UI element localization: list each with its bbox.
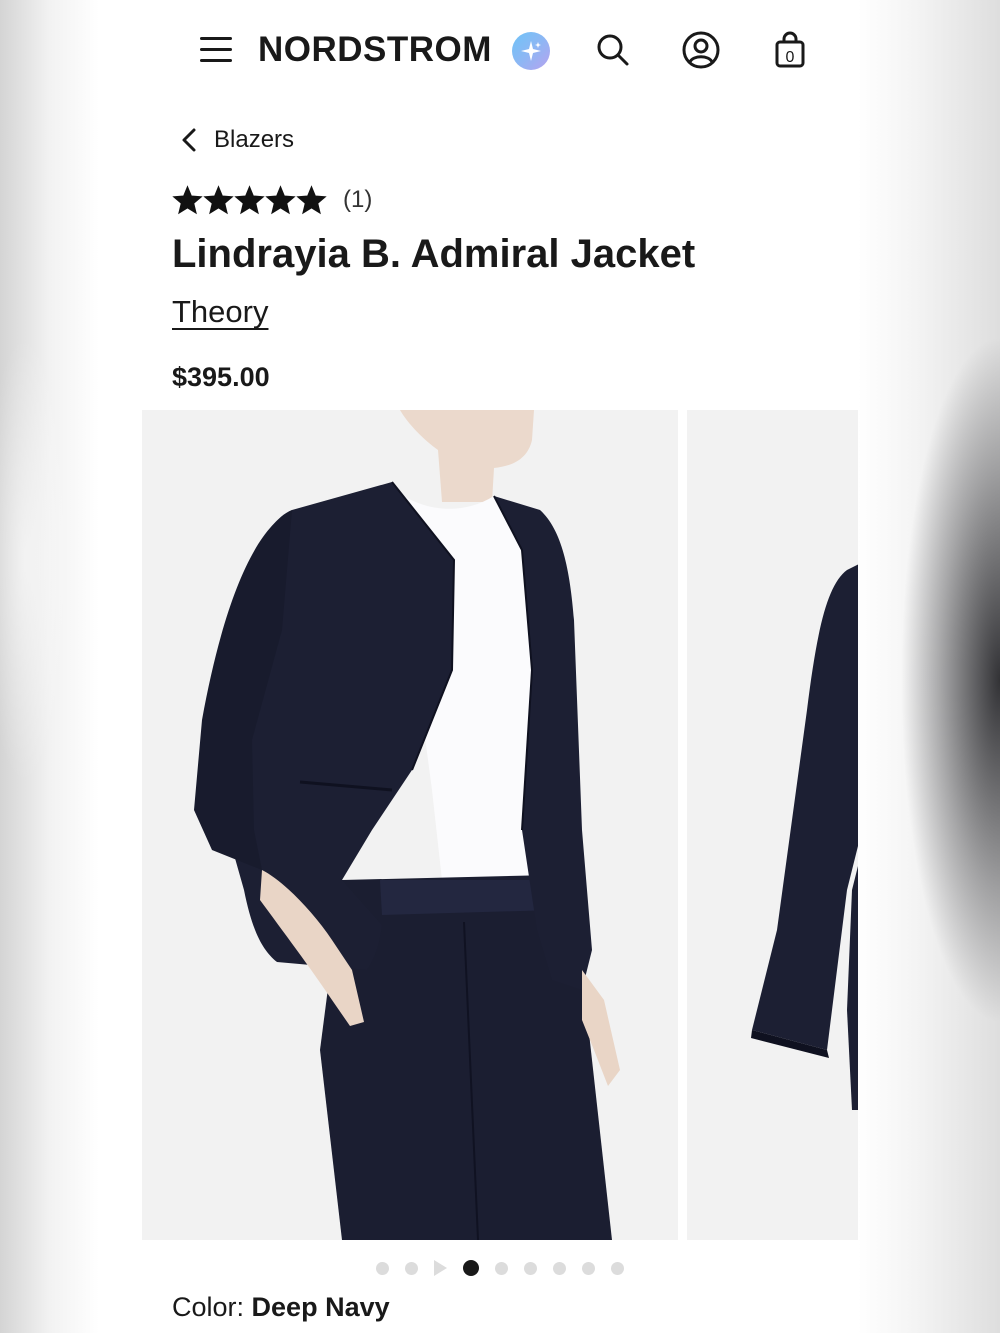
- ai-sparkle-icon[interactable]: [512, 32, 550, 70]
- product-photo-next[interactable]: [687, 410, 858, 1240]
- breadcrumb-label: Blazers: [214, 126, 295, 153]
- menu-button[interactable]: [196, 30, 236, 70]
- bag-count: 0: [786, 49, 795, 66]
- chevron-left-icon: [182, 128, 196, 152]
- product-rating[interactable]: (1): [172, 180, 372, 220]
- menu-icon-bar: [200, 59, 232, 62]
- star-icon: [234, 184, 265, 214]
- brand-link[interactable]: Theory: [172, 294, 268, 330]
- breadcrumb-back-link[interactable]: Blazers: [178, 120, 294, 160]
- account-icon: [682, 31, 720, 69]
- jacket-flat-image: [687, 410, 858, 1240]
- star-rating: [172, 184, 327, 216]
- nordstrom-logo[interactable]: NORDSTROM: [258, 28, 492, 72]
- model-in-jacket-image: [142, 410, 678, 1240]
- color-selector-label: Color: Deep Navy: [172, 1292, 390, 1323]
- product-photo-main[interactable]: [142, 410, 678, 1240]
- color-value: Deep Navy: [251, 1292, 390, 1322]
- star-icon: [203, 184, 234, 214]
- gallery-dot[interactable]: [582, 1261, 595, 1275]
- product-price: $395.00: [172, 362, 270, 392]
- product-title: Lindrayia B. Admiral Jacket: [172, 232, 696, 276]
- image-gallery[interactable]: [142, 410, 858, 1240]
- search-icon: [597, 34, 629, 66]
- gallery-dot[interactable]: [495, 1261, 508, 1275]
- gallery-video-dot[interactable]: [434, 1260, 447, 1276]
- gallery-dot[interactable]: [611, 1261, 624, 1275]
- shopping-bag-icon: 0: [775, 31, 805, 68]
- gallery-dot[interactable]: [463, 1260, 479, 1276]
- search-button[interactable]: [592, 29, 634, 71]
- gallery-pagination: [142, 1256, 858, 1280]
- product-page: NORDSTROM 0 Blazers (1) Lindrayia B. Adm…: [142, 0, 858, 1333]
- star-icon: [265, 184, 296, 214]
- gallery-dot[interactable]: [524, 1261, 537, 1275]
- gallery-dot[interactable]: [405, 1261, 418, 1275]
- star-icon: [296, 184, 327, 214]
- menu-icon: [200, 37, 232, 40]
- review-count: (1): [343, 186, 373, 213]
- star-icon: [172, 184, 203, 214]
- shopping-bag-button[interactable]: 0: [769, 29, 811, 71]
- color-label: Color:: [172, 1292, 245, 1322]
- site-header: NORDSTROM 0: [142, 0, 858, 100]
- gallery-dot[interactable]: [376, 1261, 389, 1275]
- menu-icon-bar: [200, 48, 232, 51]
- account-button[interactable]: [680, 29, 722, 71]
- gallery-dot[interactable]: [553, 1261, 566, 1275]
- background-blur-right: [858, 0, 1000, 1333]
- background-blur-left: [0, 0, 142, 1333]
